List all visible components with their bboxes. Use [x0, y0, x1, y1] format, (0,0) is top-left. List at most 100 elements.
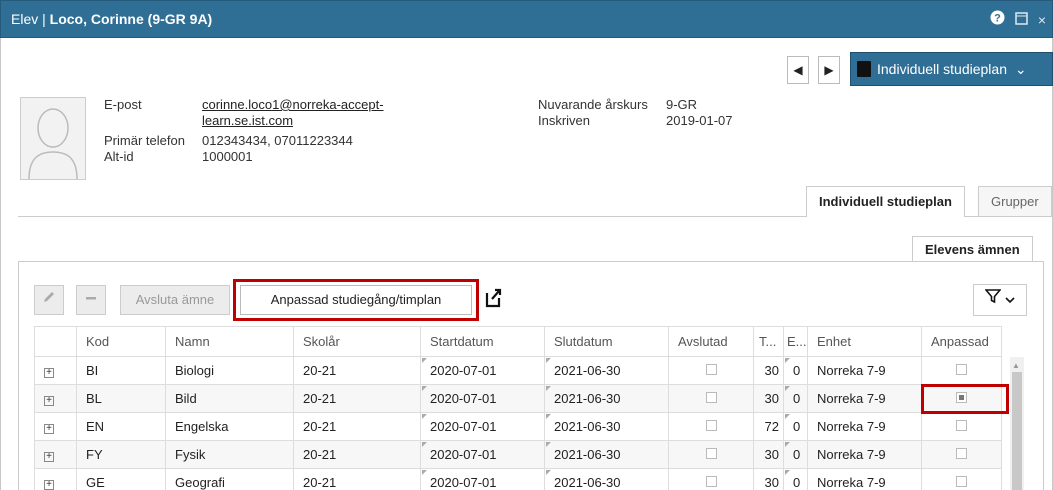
cell-namn: Engelska [165, 412, 294, 441]
email-link-line2[interactable]: learn.se.ist.com [202, 113, 293, 128]
column-header-avslutad[interactable]: Avslutad [668, 326, 754, 357]
cell-enhet: Norreka 7-9 [807, 468, 922, 490]
export-icon[interactable] [484, 288, 502, 310]
cell-namn: Geografi [165, 468, 294, 490]
cell-startdatum: 2020-07-01 [420, 412, 545, 441]
table-row[interactable]: + BL Bild 20-21 2020-07-01 2021-06-30 30 0 Norre… [34, 384, 1002, 413]
cell-startdatum: 2020-07-01 [420, 356, 545, 385]
scroll-up-icon[interactable]: ▲ [1012, 361, 1020, 370]
expand-cell[interactable]: + [34, 468, 77, 490]
cell-anpassad [921, 468, 1002, 490]
minus-icon [86, 297, 96, 300]
cell-avslutad [668, 412, 754, 441]
phone-label: Primär telefon [104, 133, 185, 148]
anpassad-checkbox[interactable] [956, 476, 967, 487]
cell-anpassad [921, 356, 1002, 385]
column-header-slutdatum[interactable]: Slutdatum [544, 326, 669, 357]
expand-row-icon[interactable]: + [44, 368, 54, 378]
filter-button[interactable] [973, 284, 1027, 316]
avslutad-checkbox[interactable] [705, 476, 717, 487]
cell-skolar: 20-21 [293, 384, 421, 413]
avslutad-checkbox[interactable] [705, 448, 717, 459]
cell-enhet: Norreka 7-9 [807, 356, 922, 385]
tab-grupper[interactable]: Grupper [978, 186, 1052, 216]
chevron-down-icon [1005, 297, 1015, 304]
table-row[interactable]: + GE Geografi 20-21 2020-07-01 2021-06-30 30 0 N… [34, 468, 1002, 490]
cell-startdatum: 2020-07-01 [420, 468, 545, 490]
cell-slutdatum: 2021-06-30 [544, 356, 669, 385]
expand-row-icon[interactable]: + [44, 396, 54, 406]
cell-e: 0 [783, 468, 808, 490]
cell-avslutad [668, 440, 754, 469]
cell-kod: BL [76, 384, 166, 413]
expand-row-icon[interactable]: + [44, 424, 54, 434]
column-header-skolar[interactable]: Skolår [293, 326, 421, 357]
person-silhouette-icon [28, 108, 78, 180]
tab-individuell-studieplan[interactable]: Individuell studieplan [806, 186, 965, 217]
enrolled-label: Inskriven [538, 113, 591, 128]
view-select-dropdown[interactable]: Individuell studieplan ⌄ [850, 52, 1053, 86]
prev-student-button[interactable]: ◀ [787, 56, 809, 84]
cell-startdatum: 2020-07-01 [420, 384, 545, 413]
remove-button[interactable] [76, 285, 106, 315]
avslutad-checkbox[interactable] [705, 364, 717, 375]
avsluta-amne-button[interactable]: Avsluta ämne [120, 285, 230, 315]
expand-cell[interactable]: + [34, 412, 77, 441]
altid-value: 1000001 [202, 149, 253, 164]
table-row[interactable]: + FY Fysik 20-21 2020-07-01 2021-06-30 30 0 Norr… [34, 440, 1002, 469]
avatar [20, 97, 86, 180]
cell-slutdatum: 2021-06-30 [544, 468, 669, 490]
anpassad-checkbox[interactable] [956, 364, 967, 375]
anpassad-checkbox[interactable] [956, 420, 967, 431]
cell-namn: Fysik [165, 440, 294, 469]
column-header-t[interactable]: T... [753, 326, 784, 357]
tab-elevens-amnen[interactable]: Elevens ämnen [912, 236, 1033, 262]
help-icon[interactable]: ? [990, 10, 1009, 28]
column-header-startdatum[interactable]: Startdatum [420, 326, 545, 357]
expand-cell[interactable]: + [34, 384, 77, 413]
expand-row-icon[interactable]: + [44, 480, 54, 490]
cell-slutdatum: 2021-06-30 [544, 440, 669, 469]
table-row[interactable]: + EN Engelska 20-21 2020-07-01 2021-06-30 72 0 N… [34, 412, 1002, 441]
altid-label: Alt-id [104, 149, 134, 164]
cell-avslutad [668, 356, 754, 385]
table-scrollbar-thumb[interactable] [1012, 372, 1022, 490]
avslutad-checkbox[interactable] [705, 420, 717, 431]
svg-text:?: ? [994, 13, 1001, 25]
table-row[interactable]: + BI Biologi 20-21 2020-07-01 2021-06-30 30 0 No… [34, 356, 1002, 385]
view-select-label: Individuell studieplan [877, 61, 1007, 77]
cell-slutdatum: 2021-06-30 [544, 384, 669, 413]
cell-kod: EN [76, 412, 166, 441]
email-link-line1[interactable]: corinne.loco1@norreka-accept- [202, 97, 384, 112]
column-header-namn[interactable]: Namn [165, 326, 294, 357]
cell-enhet: Norreka 7-9 [807, 440, 922, 469]
pencil-icon [44, 292, 54, 302]
cell-t: 30 [753, 384, 784, 413]
anpassad-checkbox[interactable] [956, 448, 967, 459]
column-header-e[interactable]: E... [783, 326, 808, 357]
chevron-down-icon: ⌄ [1014, 61, 1027, 77]
expand-cell[interactable]: + [34, 440, 77, 469]
cell-namn: Biologi [165, 356, 294, 385]
edit-button[interactable] [34, 285, 64, 315]
highlight-anpassad-cell [921, 384, 1009, 414]
cell-t: 30 [753, 356, 784, 385]
column-header-anpassad[interactable]: Anpassad [921, 326, 1002, 357]
expand-cell[interactable]: + [34, 356, 77, 385]
column-header-kod[interactable]: Kod [76, 326, 166, 357]
restore-icon[interactable] [1015, 12, 1032, 28]
grade-value: 9-GR [666, 97, 698, 112]
table-header-row: Kod Namn Skolår Startdatum Slutdatum Avs… [34, 326, 1002, 357]
column-header-enhet[interactable]: Enhet [807, 326, 922, 357]
next-student-button[interactable]: ▶ [818, 56, 840, 84]
cell-e: 0 [783, 440, 808, 469]
window-title: Elev | Loco, Corinne (9-GR 9A) [11, 11, 212, 27]
anpassad-studiegang-button[interactable]: Anpassad studiegång/timplan [240, 285, 472, 315]
expand-row-icon[interactable]: + [44, 452, 54, 462]
cell-enhet: Norreka 7-9 [807, 384, 922, 413]
close-icon[interactable]: × [1038, 12, 1046, 28]
cell-e: 0 [783, 412, 808, 441]
book-icon [857, 61, 871, 77]
avslutad-checkbox[interactable] [705, 392, 717, 403]
cell-anpassad [921, 440, 1002, 469]
